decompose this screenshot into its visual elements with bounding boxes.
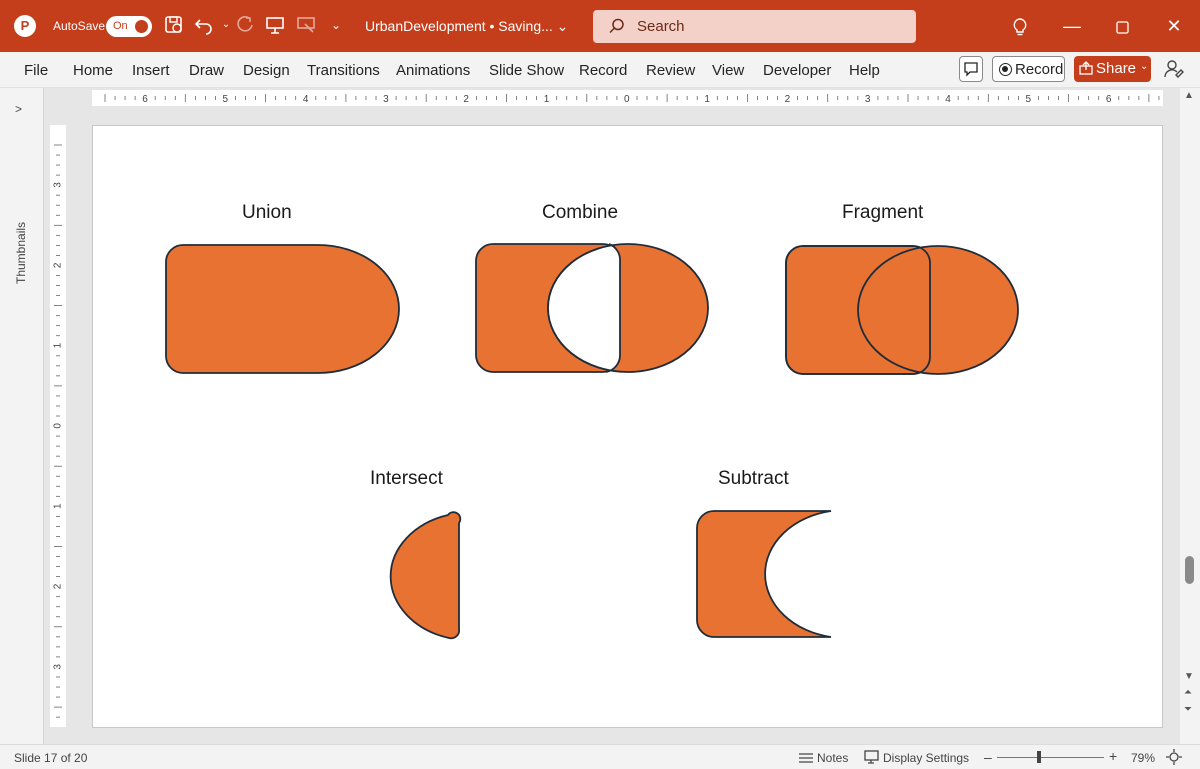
union-title[interactable]: Union [242,202,292,224]
ruler-label: 2 [53,583,64,589]
lightbulb-icon[interactable] [994,0,1046,52]
union-shape[interactable] [165,244,400,374]
ruler-label: 0 [624,94,630,105]
fragment-title[interactable]: Fragment [842,202,923,224]
next-slide-icon[interactable]: ⏷ [1184,704,1192,715]
zoom-level[interactable]: 79% [1131,751,1155,765]
present-from-beginning-icon[interactable] [265,15,285,35]
share-button[interactable]: Share ⌄ [1074,56,1151,82]
search-input[interactable]: Search [593,10,916,43]
menu-draw[interactable]: Draw [189,62,224,79]
toggle-knob [135,20,148,33]
menu-developer[interactable]: Developer [763,62,831,79]
customize-toolbar-icon[interactable]: ⌄ [326,15,346,35]
menu-file[interactable]: File [24,62,48,79]
autosave-state: On [113,20,128,32]
slide-counter[interactable]: Slide 17 of 20 [14,751,87,765]
ruler-label: 2 [785,94,791,105]
ruler-label: 4 [945,94,951,105]
comment-icon [964,62,978,77]
notes-icon [798,750,814,767]
autosave-label: AutoSave [53,19,106,33]
share-label: Share [1096,60,1137,77]
notes-button[interactable]: Notes [817,751,848,765]
ruler-label: 3 [865,94,871,105]
ruler-label: 2 [53,262,64,268]
ruler-label: 1 [53,342,64,348]
menu-home[interactable]: Home [73,62,113,79]
menu-transitions[interactable]: Transitions [307,62,380,79]
undo-icon[interactable] [194,15,214,35]
menu-slide-show[interactable]: Slide Show [489,62,564,79]
maximize-icon[interactable] [1096,0,1148,52]
autosave-toggle[interactable]: On [106,16,152,37]
redo-icon[interactable] [235,15,255,35]
share-icon [1079,61,1093,75]
title-bar: P AutoSave On ⌄ ⌄ UrbanDevelopment • Sav… [0,0,1200,52]
slide-canvas[interactable]: Union Combine Fragment Intersect Subtrac… [92,125,1163,728]
document-title[interactable]: UrbanDevelopment • Saving... ⌄ [365,18,568,35]
zoom-in-button[interactable]: + [1109,748,1117,764]
search-placeholder: Search [637,18,685,35]
intersect-shape[interactable] [389,511,462,640]
menu-help[interactable]: Help [849,62,880,79]
share-dropdown-icon[interactable]: ⌄ [1140,61,1148,72]
comments-button[interactable] [959,56,983,82]
intersect-title[interactable]: Intersect [370,468,443,490]
thumbnails-pane[interactable]: > Thumbnails [0,88,44,744]
record-label: Record [1015,61,1064,78]
ruler-label: 0 [53,423,64,429]
ruler-label: 5 [223,94,229,105]
ruler-label: 6 [1106,94,1112,105]
combine-shape[interactable] [475,243,709,373]
vertical-ruler: 3 2 1 0 1 2 3 [50,125,66,727]
zoom-out-button[interactable]: – [984,749,992,765]
display-settings-icon [864,750,880,767]
coauthoring-icon[interactable] [1163,58,1185,80]
menu-review[interactable]: Review [646,62,695,79]
ruler-label: 1 [53,503,64,509]
scrollbar-thumb[interactable] [1185,556,1194,584]
ruler-label: 4 [303,94,309,105]
record-icon [999,63,1012,76]
record-button[interactable]: Record [992,56,1065,82]
horizontal-ruler: 6 5 4 3 2 1 0 1 2 3 4 5 6 [92,90,1163,106]
expand-thumbnails-icon[interactable]: > [15,102,22,116]
previous-slide-icon[interactable]: ⏶ [1184,687,1192,698]
ruler-label: 5 [1026,94,1032,105]
menu-view[interactable]: View [712,62,744,79]
combine-title[interactable]: Combine [542,202,618,224]
ruler-label: 1 [544,94,550,105]
undo-dropdown-icon[interactable]: ⌄ [216,15,236,35]
status-bar: Slide 17 of 20 Notes Display Settings – … [0,744,1200,769]
search-icon [609,18,624,34]
powerpoint-logo-icon: P [14,15,36,37]
minimize-icon[interactable]: — [1046,0,1098,52]
scroll-up-icon[interactable]: ▲ [1184,90,1194,101]
subtract-title[interactable]: Subtract [718,468,789,490]
ruler-label: 2 [463,94,469,105]
present-from-current-icon[interactable] [296,15,316,35]
zoom-slider[interactable] [997,757,1104,758]
ruler-label: 6 [142,94,148,105]
ruler-label: 3 [53,664,64,670]
close-icon[interactable]: ✕ [1148,0,1200,52]
ruler-label: 3 [383,94,389,105]
vertical-scrollbar[interactable] [1180,88,1200,744]
fit-to-window-icon[interactable] [1166,749,1182,768]
fragment-shape[interactable] [785,245,1019,375]
thumbnails-label[interactable]: Thumbnails [14,222,28,284]
menu-animations[interactable]: Animations [396,62,470,79]
subtract-shape[interactable] [696,510,832,638]
ruler-label: 3 [53,182,64,188]
menu-design[interactable]: Design [243,62,290,79]
scroll-down-icon[interactable]: ▼ [1184,671,1194,682]
menu-record[interactable]: Record [579,62,627,79]
display-settings-button[interactable]: Display Settings [883,751,969,765]
menu-insert[interactable]: Insert [132,62,170,79]
zoom-slider-thumb[interactable] [1037,751,1041,763]
save-icon[interactable] [164,15,184,35]
ruler-label: 1 [704,94,710,105]
